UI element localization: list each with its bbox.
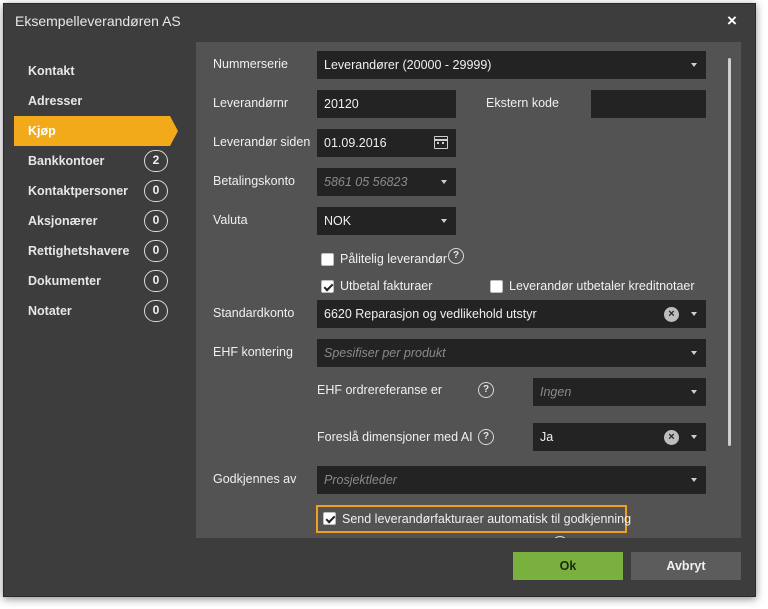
send-auto-label: Send leverandørfakturaer automatisk til … — [342, 512, 632, 526]
sidebar-item-label: Kontaktpersoner — [28, 184, 129, 198]
chevron-down-icon — [691, 63, 697, 67]
sidebar-item-label: Notater — [28, 304, 72, 318]
kreditnotaer-checkbox[interactable] — [490, 280, 503, 293]
kreditnotaer-label: Leverandør utbetaler kreditnotaer — [509, 279, 695, 293]
scrollbar[interactable] — [728, 58, 731, 446]
calendar-icon[interactable] — [434, 136, 448, 149]
sidebar-item-label: Kontakt — [28, 64, 75, 78]
sidebar-item-rettighetshavere[interactable]: Rettighetshavere 0 — [14, 236, 194, 266]
leverandornr-label: Leverandørnr — [213, 96, 289, 110]
chevron-down-icon — [691, 435, 697, 439]
sidebar-item-label: Kjøp — [28, 124, 56, 138]
godkjennes-select[interactable]: Prosjektleder — [317, 466, 706, 494]
count-badge: 2 — [144, 150, 168, 172]
sidebar-item-notater[interactable]: Notater 0 — [14, 296, 194, 326]
count-badge: 0 — [144, 210, 168, 232]
count-badge: 0 — [144, 240, 168, 262]
sidebar-item-label: Rettighetshavere — [28, 244, 130, 258]
sidebar-item-dokumenter[interactable]: Dokumenter 0 — [14, 266, 194, 296]
ekstern-kode-label: Ekstern kode — [486, 96, 559, 110]
sidebar-item-label: Bankkontoer — [28, 154, 105, 168]
chevron-down-icon — [441, 180, 447, 184]
chevron-down-icon — [691, 390, 697, 394]
ehf-ordrereferanse-placeholder: Ingen — [540, 385, 572, 399]
sidebar-item-label: Dokumenter — [28, 274, 101, 288]
help-icon[interactable]: ? — [478, 429, 494, 445]
clear-icon[interactable]: × — [664, 430, 679, 445]
dialog-title: Eksempelleverandøren AS — [15, 13, 181, 29]
nummerserie-value: Leverandører (20000 - 29999) — [324, 58, 492, 72]
ehf-ordrereferanse-select[interactable]: Ingen — [533, 378, 706, 406]
ok-button[interactable]: Ok — [513, 552, 623, 580]
foresla-label: Foreslå dimensjoner med AI — [317, 430, 473, 444]
valuta-value: NOK — [324, 214, 352, 228]
standardkonto-label: Standardkonto — [213, 306, 295, 320]
godkjennes-label: Godkjennes av — [213, 472, 297, 486]
help-icon[interactable]: ? — [448, 248, 464, 264]
betalingskonto-select[interactable]: 5861 05 56823 — [317, 168, 456, 196]
sidebar-item-label: Aksjonærer — [28, 214, 98, 228]
ehf-kontering-label: EHF kontering — [213, 345, 293, 359]
foresla-select[interactable]: Ja × — [533, 423, 706, 451]
cancel-button[interactable]: Avbryt — [631, 552, 741, 580]
standardkonto-select[interactable]: 6620 Reparasjon og vedlikehold utstyr × — [317, 300, 706, 328]
send-auto-checkbox[interactable] — [323, 512, 336, 525]
ehf-kontering-select[interactable]: Spesifiser per produkt — [317, 339, 706, 367]
leverandor-siden-value: 01.09.2016 — [324, 136, 387, 150]
foresla-value: Ja — [540, 430, 554, 444]
sidebar-nav: Kontakt Adresser Kjøp Bankkontoer 2 Konta… — [14, 56, 194, 326]
utbetal-label: Utbetal fakturaer — [340, 279, 433, 293]
supplier-dialog: Eksempelleverandøren AS × Kontakt Adress… — [3, 3, 756, 597]
nummerserie-select[interactable]: Leverandører (20000 - 29999) — [317, 51, 706, 79]
clear-icon[interactable]: × — [664, 307, 679, 322]
dialog-titlebar: Eksempelleverandøren AS × — [4, 4, 755, 40]
count-badge: 0 — [144, 300, 168, 322]
leverandor-siden-date-input[interactable]: 01.09.2016 — [317, 129, 456, 157]
standardkonto-value: 6620 Reparasjon og vedlikehold utstyr — [324, 307, 537, 321]
chevron-down-icon — [691, 351, 697, 355]
betalingskonto-placeholder: 5861 05 56823 — [324, 175, 408, 189]
palitelig-label: Pålitelig leverandør — [340, 252, 447, 266]
sidebar-item-kontaktpersoner[interactable]: Kontaktpersoner 0 — [14, 176, 194, 206]
sidebar-item-kjop[interactable]: Kjøp — [14, 116, 178, 146]
chevron-down-icon — [691, 478, 697, 482]
sidebar-item-bankkontoer[interactable]: Bankkontoer 2 — [14, 146, 194, 176]
help-icon — [552, 536, 568, 538]
count-badge: 0 — [144, 270, 168, 292]
count-badge: 0 — [144, 180, 168, 202]
leverandornr-input[interactable]: 20120 — [317, 90, 456, 118]
utbetal-checkbox[interactable] — [321, 280, 334, 293]
valuta-select[interactable]: NOK — [317, 207, 456, 235]
godkjennes-placeholder: Prosjektleder — [324, 473, 397, 487]
close-icon[interactable]: × — [724, 12, 740, 29]
help-icon[interactable]: ? — [478, 382, 494, 398]
sidebar-item-aksjonarer[interactable]: Aksjonærer 0 — [14, 206, 194, 236]
chevron-down-icon — [691, 312, 697, 316]
ehf-ordrereferanse-label: EHF ordrereferanse er — [317, 383, 443, 397]
betalingskonto-label: Betalingskonto — [213, 174, 296, 188]
sidebar-item-adresser[interactable]: Adresser — [14, 86, 194, 116]
sidebar-item-label: Adresser — [28, 94, 83, 108]
valuta-label: Valuta — [213, 213, 248, 227]
ehf-kontering-placeholder: Spesifiser per produkt — [324, 346, 446, 360]
purchase-form-panel: Nummerserie Leverandører (20000 - 29999)… — [196, 42, 741, 538]
nummerserie-label: Nummerserie — [213, 57, 289, 71]
leverandornr-value: 20120 — [324, 97, 359, 111]
chevron-down-icon — [441, 219, 447, 223]
ekstern-kode-input[interactable] — [591, 90, 706, 118]
leverandor-siden-label: Leverandør siden — [213, 135, 311, 149]
palitelig-checkbox[interactable] — [321, 253, 334, 266]
sidebar-item-kontakt[interactable]: Kontakt — [14, 56, 194, 86]
